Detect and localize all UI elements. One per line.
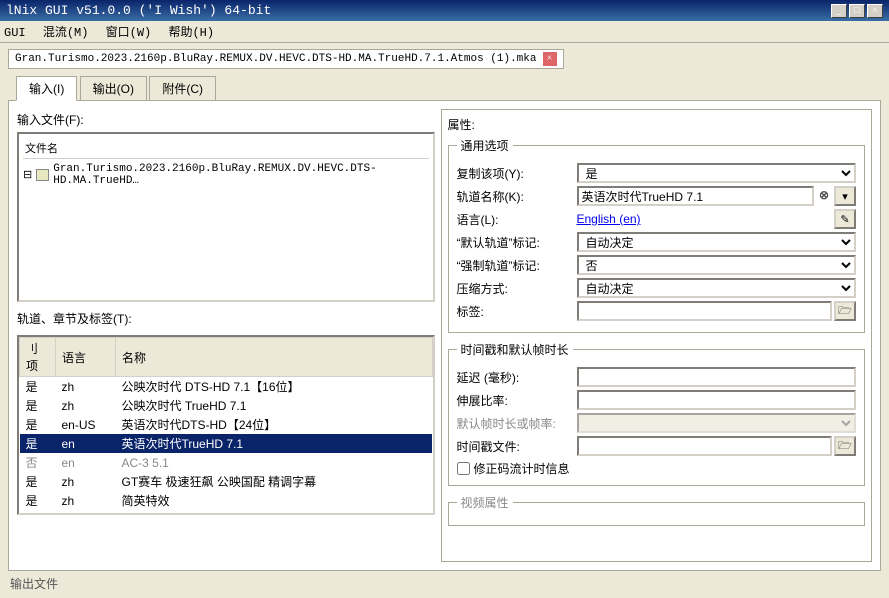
tab-output[interactable]: 输出(O) bbox=[80, 76, 147, 100]
fps-select bbox=[577, 413, 857, 433]
edit-icon[interactable]: ✎ bbox=[834, 209, 856, 229]
compression-select[interactable]: 自动决定 bbox=[577, 278, 857, 298]
tab-input[interactable]: 输入(I) bbox=[16, 76, 77, 101]
clear-icon[interactable]: ⊗ bbox=[816, 188, 832, 204]
copy-select[interactable]: 是 bbox=[577, 163, 857, 183]
copy-label: 复制该项(Y): bbox=[457, 165, 577, 182]
forced-track-label: “强制轨道”标记: bbox=[457, 257, 577, 274]
menu-mix[interactable]: 混流(M) bbox=[43, 26, 89, 40]
maximize-button[interactable]: □ bbox=[849, 4, 865, 18]
close-icon[interactable]: × bbox=[543, 52, 557, 66]
language-link[interactable]: English (en) bbox=[577, 212, 833, 226]
properties-label: 属性: bbox=[448, 116, 866, 133]
tree-expand-icon[interactable]: ⊟ bbox=[23, 168, 32, 182]
language-label: 语言(L): bbox=[457, 211, 577, 228]
file-node[interactable]: ⊟ Gran.Turismo.2023.2160p.BluRay.REMUX.D… bbox=[23, 163, 429, 187]
delay-label: 延迟 (毫秒): bbox=[457, 369, 577, 386]
table-row[interactable]: 是zh公映次时代 TrueHD 7.1 bbox=[20, 396, 433, 415]
group-general-legend: 通用选项 bbox=[457, 137, 513, 154]
group-general: 通用选项 复制该项(Y): 是 轨道名称(K): ⊗ ▾ 语言(L): bbox=[448, 137, 866, 333]
table-row[interactable]: 是zh简英特效 bbox=[20, 491, 433, 510]
compression-label: 压缩方式: bbox=[457, 280, 577, 297]
col-name[interactable]: 名称 bbox=[116, 338, 433, 377]
minimize-button[interactable]: _ bbox=[831, 4, 847, 18]
open-file-tab[interactable]: Gran.Turismo.2023.2160p.BluRay.REMUX.DV.… bbox=[8, 49, 564, 69]
group-timestamps: 时间戳和默认帧时长 延迟 (毫秒): 伸展比率: 默认帧时长或帧率: 时间戳文件… bbox=[448, 341, 866, 486]
tracks-table[interactable]: 刂项 语言 名称 是zh公映次时代 DTS-HD 7.1【16位】是zh公映次时… bbox=[17, 335, 435, 515]
default-track-label: “默认轨道”标记: bbox=[457, 234, 577, 251]
table-row[interactable]: 是zhGT赛车 极速狂飙 公映国配 精调字幕 bbox=[20, 472, 433, 491]
file-icon bbox=[36, 169, 49, 181]
group-timestamps-legend: 时间戳和默认帧时长 bbox=[457, 341, 573, 358]
tags-input[interactable] bbox=[577, 301, 833, 321]
menu-help[interactable]: 帮助(H) bbox=[168, 26, 214, 40]
fps-label: 默认帧时长或帧率: bbox=[457, 415, 577, 432]
menu-window[interactable]: 窗口(W) bbox=[106, 26, 152, 40]
close-button[interactable]: × bbox=[867, 4, 883, 18]
tab-attachments[interactable]: 附件(C) bbox=[149, 76, 216, 100]
col-lang[interactable]: 语言 bbox=[56, 338, 116, 377]
browse-tsfile-icon[interactable]: 🗁 bbox=[834, 436, 856, 456]
table-row[interactable]: 否enAC-3 5.1 bbox=[20, 453, 433, 472]
delay-input[interactable] bbox=[577, 367, 857, 387]
table-row[interactable]: 是zh公映次时代 DTS-HD 7.1【16位】 bbox=[20, 377, 433, 397]
tracks-label: 轨道、章节及标签(T): bbox=[17, 310, 435, 327]
tsfile-label: 时间戳文件: bbox=[457, 438, 577, 455]
tree-header: 文件名 bbox=[23, 138, 429, 159]
group-video: 视频属性 bbox=[448, 494, 866, 526]
fix-timing-checkbox[interactable] bbox=[457, 462, 470, 475]
window-title: lNix GUI v51.0.0 ('I Wish') 64-bit bbox=[6, 3, 271, 18]
forced-track-select[interactable]: 否 bbox=[577, 255, 857, 275]
trackname-input[interactable] bbox=[577, 186, 815, 206]
table-row[interactable]: 是en-US英语次时代DTS-HD【24位】 bbox=[20, 415, 433, 434]
input-files-label: 输入文件(F): bbox=[17, 111, 435, 128]
file-node-label: Gran.Turismo.2023.2160p.BluRay.REMUX.DV.… bbox=[53, 163, 428, 187]
fix-timing-label: 修正码流计时信息 bbox=[474, 460, 570, 477]
table-row[interactable]: 是en英语次时代TrueHD 7.1 bbox=[20, 434, 433, 453]
trackname-dropdown-button[interactable]: ▾ bbox=[834, 186, 856, 206]
trackname-label: 轨道名称(K): bbox=[457, 188, 577, 205]
menu-gui[interactable]: GUI bbox=[4, 26, 26, 40]
stretch-label: 伸展比率: bbox=[457, 392, 577, 409]
input-files-tree[interactable]: 文件名 ⊟ Gran.Turismo.2023.2160p.BluRay.REM… bbox=[17, 132, 435, 302]
default-track-select[interactable]: 自动决定 bbox=[577, 232, 857, 252]
browse-icon[interactable]: 🗁 bbox=[834, 301, 856, 321]
col-copy[interactable]: 刂项 bbox=[20, 338, 56, 377]
open-file-name: Gran.Turismo.2023.2160p.BluRay.REMUX.DV.… bbox=[15, 53, 537, 65]
stretch-input[interactable] bbox=[577, 390, 857, 410]
group-video-legend: 视频属性 bbox=[457, 494, 513, 511]
output-file-label: 输出文件 bbox=[8, 571, 881, 596]
table-row[interactable]: 是zh繁英特效 bbox=[20, 510, 433, 515]
tags-label: 标签: bbox=[457, 303, 577, 320]
tsfile-input[interactable] bbox=[577, 436, 833, 456]
